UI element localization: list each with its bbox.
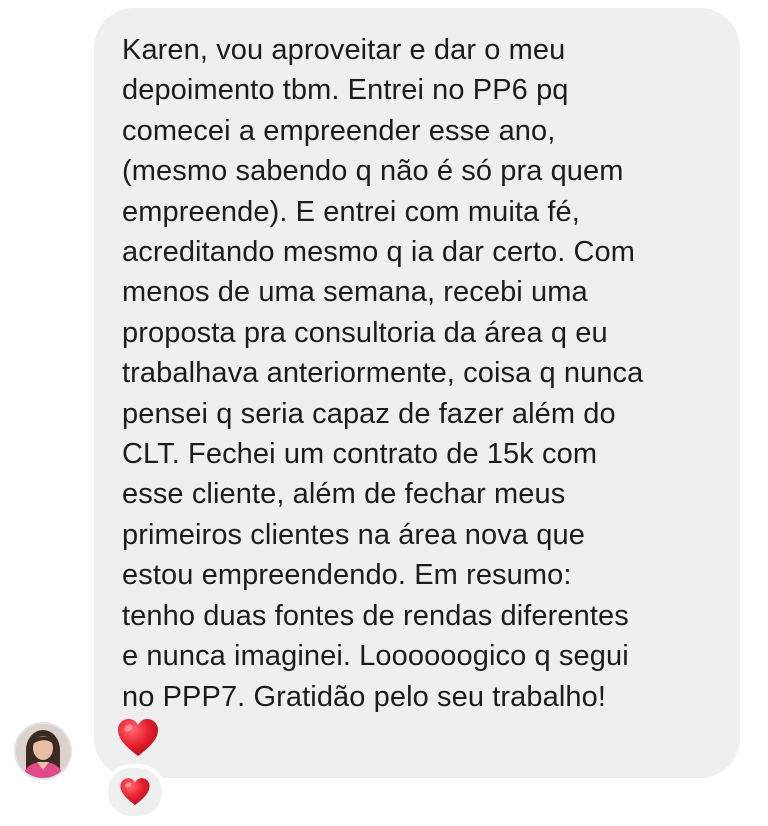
message-line: tenho duas fontes de rendas diferentes (122, 599, 629, 632)
message-bubble[interactable]: Karen, vou aproveitar e dar o meu depoim… (94, 8, 740, 778)
message-line: (mesmo sabendo q não é só pra quem (122, 155, 624, 188)
heart-icon (120, 778, 150, 806)
chat-area: Karen, vou aproveitar e dar o meu depoim… (0, 0, 768, 826)
heart-icon (116, 716, 160, 760)
message-line: menos de uma semana, recebi uma (122, 276, 588, 309)
message-line: comecei a empreender esse ano, (122, 114, 556, 147)
message-line: proposta pra consultoria da área q eu (122, 316, 608, 349)
message-line: acreditando mesmo q ia dar certo. Com (122, 236, 636, 269)
message-line: pensei q seria capaz de fazer além do (122, 397, 616, 430)
message-line: esse cliente, além de fechar meus (122, 478, 566, 511)
message-line: empreende). E entrei com muita fé, (122, 195, 580, 228)
message-line: no PPP7. Gratidão pelo seu trabalho! (122, 680, 607, 713)
message-line: estou empreendendo. Em resumo: (122, 559, 572, 592)
message-line: e nunca imaginei. Loooooogico q segui (122, 640, 629, 673)
message-line: depoimento tbm. Entrei no PP6 pq (122, 74, 569, 107)
message-line: Karen, vou aproveitar e dar o meu (122, 34, 566, 66)
reaction-heart[interactable] (104, 764, 166, 820)
message-text: Karen, vou aproveitar e dar o meu depoim… (122, 30, 712, 717)
avatar[interactable] (14, 722, 72, 780)
message-line: trabalhava anteriormente, coisa q nunca (122, 357, 644, 390)
message-line: primeiros clientes na área nova que (122, 518, 585, 551)
message-line: CLT. Fechei um contrato de 15k com (122, 438, 598, 471)
